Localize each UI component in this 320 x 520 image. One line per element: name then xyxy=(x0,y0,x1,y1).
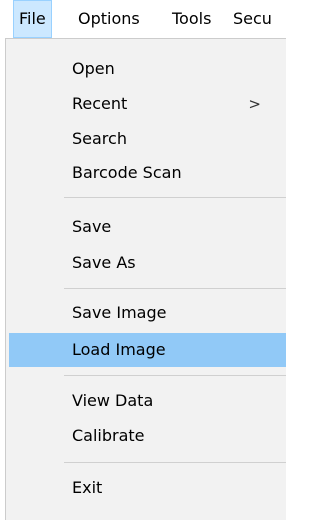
menu-bar: File Options Tools Secu xyxy=(0,0,286,38)
menu-item-label: Save xyxy=(72,217,112,236)
menu-item-save-as[interactable]: Save As xyxy=(11,246,286,280)
menu-item-label: View Data xyxy=(72,391,154,410)
menu-item-search[interactable]: Search xyxy=(11,122,286,156)
menu-item-label: Open xyxy=(72,59,115,78)
menu-item-label: Barcode Scan xyxy=(72,163,182,182)
menu-item-barcode-scan[interactable]: Barcode Scan xyxy=(11,156,286,190)
menu-options[interactable]: Options xyxy=(73,0,145,38)
menu-item-open[interactable]: Open xyxy=(11,52,286,86)
menu-item-label: Save As xyxy=(72,253,136,272)
menu-separator xyxy=(64,197,286,198)
file-dropdown-menu: Open Recent > Search Barcode Scan Save S… xyxy=(5,38,286,520)
menu-separator xyxy=(64,288,286,289)
chevron-right-icon: > xyxy=(248,95,261,113)
menu-item-label: Exit xyxy=(72,478,103,497)
menu-item-label: Save Image xyxy=(72,303,167,322)
menu-file[interactable]: File xyxy=(13,0,52,38)
menu-separator xyxy=(64,375,286,376)
menu-item-label: Load Image xyxy=(72,340,166,359)
menu-separator xyxy=(64,462,286,463)
menu-item-save[interactable]: Save xyxy=(11,210,286,244)
menu-tools[interactable]: Tools xyxy=(167,0,216,38)
menu-item-recent[interactable]: Recent > xyxy=(11,87,286,121)
menu-security[interactable]: Secu xyxy=(228,0,277,38)
menu-item-label: Search xyxy=(72,129,127,148)
menu-item-calibrate[interactable]: Calibrate xyxy=(11,419,286,453)
menu-item-save-image[interactable]: Save Image xyxy=(11,296,286,330)
menu-item-view-data[interactable]: View Data xyxy=(11,384,286,418)
menu-item-label: Calibrate xyxy=(72,426,145,445)
menu-item-label: Recent xyxy=(72,94,128,113)
menu-item-load-image[interactable]: Load Image xyxy=(9,333,286,367)
menu-item-exit[interactable]: Exit xyxy=(11,471,286,505)
